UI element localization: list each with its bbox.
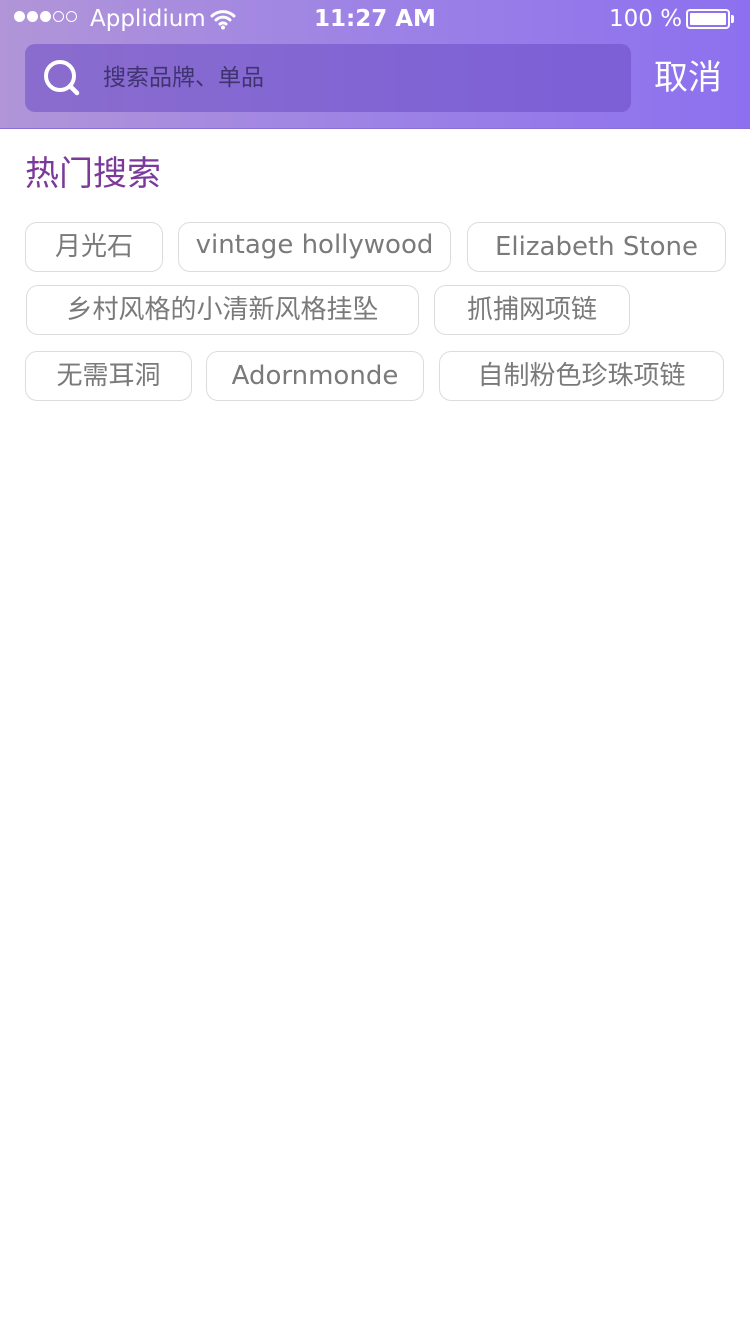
search-icon [44, 60, 80, 96]
cancel-button[interactable]: 取消 [654, 56, 722, 100]
search-input[interactable] [103, 44, 603, 112]
battery-icon [686, 9, 730, 29]
hot-search-tag[interactable]: 乡村风格的小清新风格挂坠 [26, 285, 419, 335]
header: Applidium 11:27 AM 100 % 取消 [0, 0, 750, 129]
status-bar: Applidium 11:27 AM 100 % [0, 0, 750, 40]
hot-search-tag[interactable]: Elizabeth Stone [467, 222, 726, 272]
hot-search-tag[interactable]: Adornmonde [206, 351, 424, 401]
battery-level-fill [690, 13, 726, 25]
search-bar[interactable] [25, 44, 631, 112]
hot-search-title: 热门搜索 [25, 154, 161, 194]
battery-tip [731, 15, 734, 23]
hot-search-tag[interactable]: 自制粉色珍珠项链 [439, 351, 724, 401]
battery-percentage: 100 % [609, 6, 683, 32]
hot-search-tag[interactable]: 月光石 [25, 222, 163, 272]
hot-search-tag[interactable]: 无需耳洞 [25, 351, 192, 401]
hot-search-tag[interactable]: vintage hollywood [178, 222, 451, 272]
hot-search-tag[interactable]: 抓捕网项链 [434, 285, 630, 335]
